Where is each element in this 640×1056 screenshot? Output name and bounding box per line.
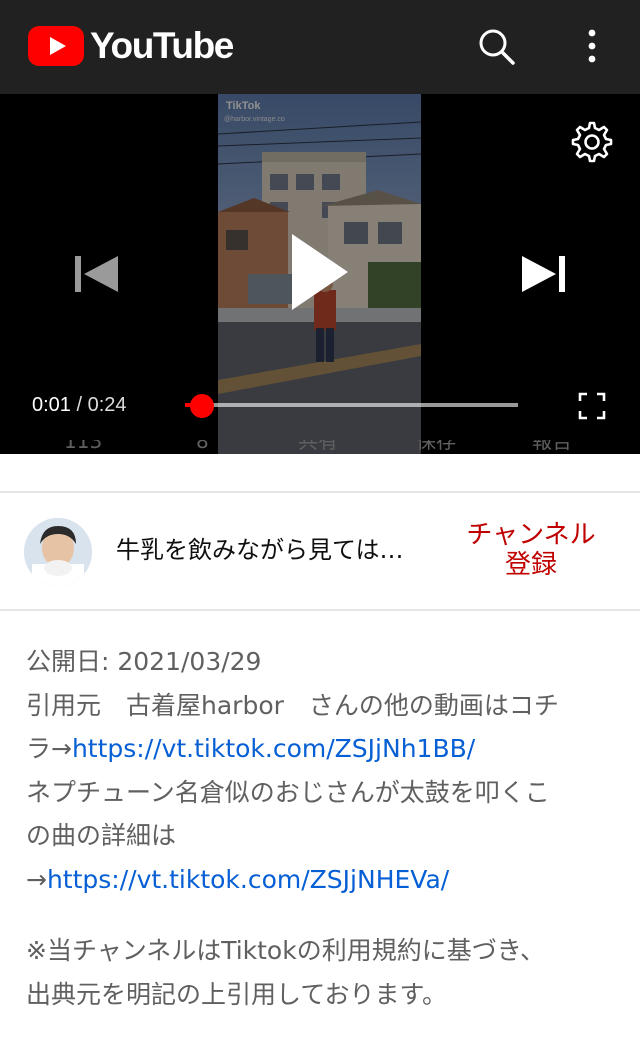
current-time: 0:01 <box>32 394 71 416</box>
source-link-2[interactable]: https://vt.tiktok.com/ZSJjNHEVa/ <box>47 865 449 894</box>
dislike-count[interactable]: 8 <box>196 440 209 454</box>
divider-bottom <box>0 609 640 611</box>
time-separator: / <box>76 394 83 416</box>
share-label[interactable]: 共有 <box>298 440 338 454</box>
search-icon[interactable] <box>476 26 516 66</box>
logo-text: YouTube <box>90 25 234 66</box>
time-display: 0:01 / 0:24 <box>32 392 127 418</box>
description-line: 引用元 古着屋harbor さんの他の動画はコチ <box>26 690 559 720</box>
youtube-play-logo-icon <box>28 26 84 66</box>
action-row: 113 8 共有 保存 報告 <box>0 440 640 468</box>
description-line: ネプチューン名倉似のおじさんが太鼓を叩くこ <box>26 777 550 807</box>
avatar-image <box>24 518 92 586</box>
like-count[interactable]: 113 <box>64 440 102 454</box>
description-line: 出典元を明記の上引用しております。 <box>26 979 448 1009</box>
source-link-1[interactable]: https://vt.tiktok.com/ZSJjNh1BB/ <box>72 734 475 763</box>
save-label[interactable]: 保存 <box>416 440 456 454</box>
channel-name[interactable]: 牛乳を飲みながら見ては… <box>116 533 446 567</box>
youtube-logo[interactable]: YouTube <box>28 25 234 66</box>
channel-avatar[interactable] <box>24 518 92 586</box>
description-line: ラ→https://vt.tiktok.com/ZSJjNh1BB/ <box>26 727 620 771</box>
subscribe-label-line2: 登録 <box>504 550 557 580</box>
app-header: YouTube <box>0 0 640 94</box>
description-line: →https://vt.tiktok.com/ZSJjNHEVa/ <box>26 858 620 902</box>
settings-icon[interactable] <box>570 120 614 164</box>
subscribe-button[interactable]: チャンネル 登録 <box>460 520 602 580</box>
progress-scrubber[interactable] <box>189 394 214 418</box>
play-icon[interactable] <box>286 230 352 314</box>
subscribe-label-line1: チャンネル <box>466 520 596 550</box>
arrow-prefix: → <box>26 864 47 894</box>
description-line: ※当チャンネルはTiktokの利用規約に基づき、 <box>26 936 545 965</box>
report-label[interactable]: 報告 <box>532 440 572 454</box>
next-icon[interactable] <box>520 254 568 294</box>
previous-icon[interactable] <box>72 254 120 294</box>
fullscreen-icon[interactable] <box>578 392 606 420</box>
description-line: の曲の詳細は <box>26 821 177 850</box>
video-player[interactable]: TikTok @harbor.vintage.co 0:01 / 0:24 <box>0 94 640 454</box>
progress-bar[interactable] <box>185 403 518 407</box>
more-vert-icon[interactable] <box>572 26 612 66</box>
duration: 0:24 <box>87 394 127 416</box>
video-description: 公開日: 2021/03/29 引用元 古着屋harbor さんの他の動画はコチ… <box>26 640 620 1016</box>
divider-top <box>0 491 640 493</box>
publish-date: 公開日: 2021/03/29 <box>26 647 262 676</box>
arrow-prefix: ラ→ <box>26 734 72 763</box>
